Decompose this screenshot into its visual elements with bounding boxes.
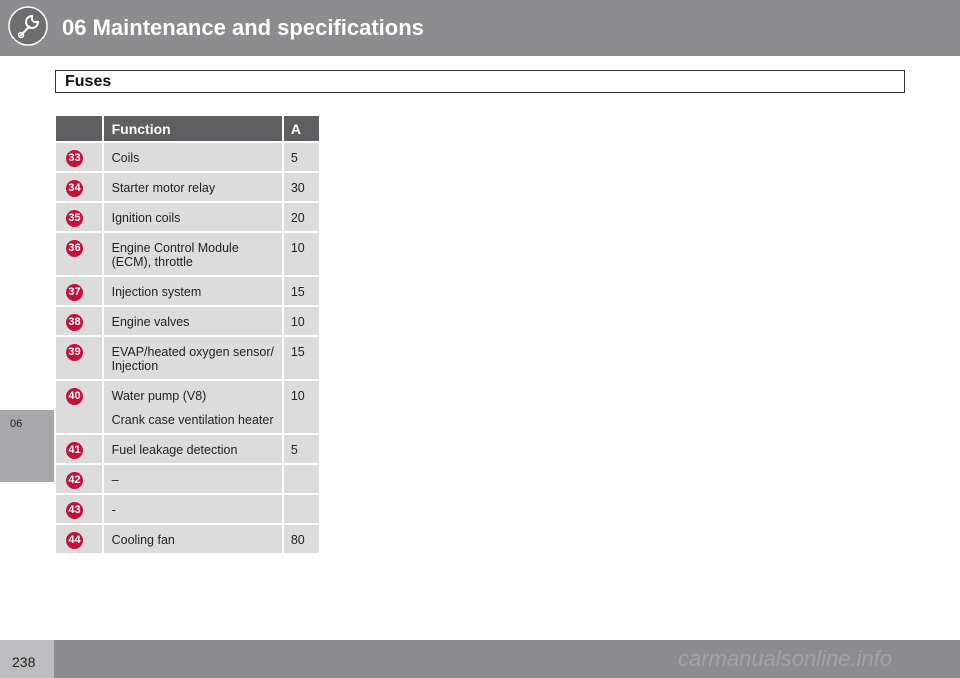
table-row: 43 - [56, 493, 319, 523]
wrench-icon [8, 6, 48, 46]
fuse-function-text: Cooling fan [111, 533, 175, 547]
fuse-amperage-cell: 30 [283, 171, 319, 201]
fuse-amperage-cell [283, 463, 319, 493]
fuse-number-cell: 35 [56, 201, 102, 231]
fuse-number-cell: 43 [56, 493, 102, 523]
column-header-function: Function [101, 116, 284, 141]
fuse-amperage-cell: 10 [283, 379, 319, 433]
fuse-function-text: Ignition coils [111, 211, 181, 225]
fuse-function-text: Injection system [111, 285, 202, 299]
section-header: Fuses [55, 70, 905, 93]
column-header-number [56, 116, 102, 141]
fuse-number-cell: 41 [56, 433, 102, 463]
fuse-function-cell: - [101, 493, 284, 523]
table-row: 36 Engine Control Module (ECM), throttle 1… [56, 231, 319, 275]
fuse-amperage-cell: 80 [283, 523, 319, 553]
fuse-number-cell: 40 [56, 379, 102, 433]
fuse-number-badge: 40 [66, 388, 83, 405]
table-header-row: Function A [56, 116, 319, 141]
fuse-function-text: – [111, 473, 119, 487]
fuse-number-badge: 42 [66, 472, 83, 489]
table-row: 35 Ignition coils 20 [56, 201, 319, 231]
table-row: 44 Cooling fan 80 [56, 523, 319, 553]
table-row: 37 Injection system 15 [56, 275, 319, 305]
fuse-number-badge: 39 [66, 344, 83, 361]
fuse-number-cell: 39 [56, 335, 102, 379]
fuse-function-cell: Engine valves [101, 305, 284, 335]
fuse-number-badge: 35 [66, 210, 83, 227]
fuse-number-cell: 44 [56, 523, 102, 553]
table-row: 34 Starter motor relay 30 [56, 171, 319, 201]
fuse-function-text: EVAP/heated oxygen sensor/ Injection [111, 345, 274, 373]
fuse-amperage-cell: 15 [283, 335, 319, 379]
table-row: 38 Engine valves 10 [56, 305, 319, 335]
fuse-table-body: 33 Coils 5 34 Starter motor relay 30 35 Ignitio… [56, 141, 319, 553]
fuse-function-cell: Fuel leakage detection [101, 433, 284, 463]
fuse-function-text: Engine valves [111, 315, 190, 329]
fuse-function-cell: Water pump (V8) Crank case ventilation he… [101, 379, 284, 433]
fuse-number-cell: 37 [56, 275, 102, 305]
fuse-number-badge: 41 [66, 442, 83, 459]
fuse-table: Function A 33 Coils 5 34 Starter motor relay… [56, 116, 319, 553]
fuse-function-text: Coils [111, 151, 140, 165]
fuse-number-cell: 36 [56, 231, 102, 275]
fuse-amperage-cell: 15 [283, 275, 319, 305]
fuse-function-text-secondary: Crank case ventilation heater [111, 413, 274, 427]
watermark: carmanualsonline.info [678, 646, 893, 671]
table-row: 39 EVAP/heated oxygen sensor/ Injection 15 [56, 335, 319, 379]
fuse-amperage-cell: 5 [283, 433, 319, 463]
column-header-amperage: A [283, 116, 319, 141]
fuse-function-cell: – [101, 463, 284, 493]
fuse-number-badge: 36 [66, 240, 83, 257]
table-row: 40 Water pump (V8) Crank case ventilation … [56, 379, 319, 433]
fuse-function-cell: Cooling fan [101, 523, 284, 553]
fuse-amperage-cell: 20 [283, 201, 319, 231]
table-row: 42 – [56, 463, 319, 493]
fuse-number-badge: 38 [66, 314, 83, 331]
fuse-number-cell: 34 [56, 171, 102, 201]
fuse-amperage-cell: 10 [283, 231, 319, 275]
fuse-function-cell: EVAP/heated oxygen sensor/ Injection [101, 335, 284, 379]
fuse-number-badge: 34 [66, 180, 83, 197]
fuse-number-cell: 42 [56, 463, 102, 493]
fuse-function-cell: Starter motor relay [101, 171, 284, 201]
page-number: 238 [12, 654, 36, 670]
page-number-box: 238 [0, 640, 54, 678]
fuse-function-cell: Ignition coils [101, 201, 284, 231]
fuse-function-cell: Engine Control Module (ECM), throttle [101, 231, 284, 275]
fuse-number-badge: 43 [66, 502, 83, 519]
fuse-function-text: Engine Control Module (ECM), throttle [111, 241, 239, 269]
fuse-function-cell: Coils [101, 141, 284, 171]
fuse-number-badge: 44 [66, 532, 83, 549]
section-title: Fuses [65, 73, 112, 90]
fuse-number-badge: 33 [66, 150, 83, 167]
page-header: 06 Maintenance and specifications [0, 0, 960, 56]
fuse-function-text: Fuel leakage detection [111, 443, 238, 457]
fuse-amperage-cell: 5 [283, 141, 319, 171]
fuse-number-cell: 33 [56, 141, 102, 171]
fuse-amperage-cell: 10 [283, 305, 319, 335]
fuse-function-cell: Injection system [101, 275, 284, 305]
fuse-number-cell: 38 [56, 305, 102, 335]
fuse-function-text: - [111, 503, 116, 517]
chapter-tab-label: 06 [10, 418, 23, 430]
fuse-amperage-cell [283, 493, 319, 523]
page-title: 06 Maintenance and specifications [62, 15, 424, 40]
fuse-function-text: Water pump (V8) [111, 389, 207, 403]
table-row: 33 Coils 5 [56, 141, 319, 171]
chapter-tab[interactable]: 06 [0, 410, 54, 482]
fuse-number-badge: 37 [66, 284, 83, 301]
table-row: 41 Fuel leakage detection 5 [56, 433, 319, 463]
fuse-function-text: Starter motor relay [111, 181, 216, 195]
